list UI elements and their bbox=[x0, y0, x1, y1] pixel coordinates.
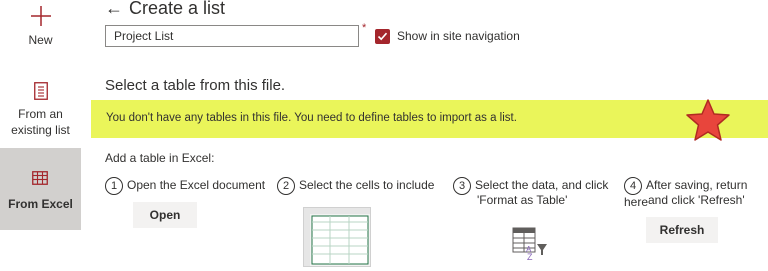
excel-table-icon bbox=[32, 171, 48, 185]
step-number: 2 bbox=[277, 177, 295, 195]
step-2: 2 Select the cells to include bbox=[277, 177, 434, 195]
svg-text:A: A bbox=[526, 245, 532, 254]
sidebar-item-label: existing list bbox=[11, 123, 70, 137]
step-3: 3 Select the data, and click 'Format as T… bbox=[453, 177, 609, 207]
sidebar-item-label: From an bbox=[18, 107, 63, 121]
step-1: 1 Open the Excel document bbox=[105, 177, 265, 195]
excel-cells-illustration bbox=[303, 207, 371, 267]
star-icon bbox=[686, 99, 730, 141]
plus-icon bbox=[31, 6, 51, 26]
step-number: 1 bbox=[105, 177, 123, 195]
list-name-input[interactable]: Project List bbox=[105, 25, 359, 47]
banner-text: You don't have any tables in this file. … bbox=[106, 112, 517, 124]
step-4: 4 After saving, return here and click 'Re… bbox=[624, 177, 768, 209]
step-text: Select the cells to include bbox=[299, 178, 435, 193]
checkmark-icon bbox=[377, 32, 388, 41]
spreadsheet-icon bbox=[304, 208, 370, 266]
step-text-line2: and click 'Refresh' bbox=[648, 193, 745, 207]
step-text: Open the Excel document bbox=[127, 178, 266, 193]
main-panel: ← Create a list Project List * Show in si… bbox=[81, 0, 768, 270]
step-text: Select the data, and click bbox=[475, 178, 609, 193]
sidebar: New From an existing list From Excel bbox=[0, 0, 81, 270]
sidebar-item-existing-list[interactable]: From an existing list bbox=[0, 74, 81, 146]
refresh-button[interactable]: Refresh bbox=[646, 217, 718, 243]
required-marker: * bbox=[362, 22, 367, 34]
sidebar-item-label: From Excel bbox=[8, 197, 73, 211]
section-title: Select a table from this file. bbox=[105, 77, 286, 94]
step-number: 4 bbox=[624, 177, 642, 195]
page-title-text: Create a list bbox=[129, 0, 226, 18]
open-button[interactable]: Open bbox=[133, 202, 197, 228]
list-doc-icon bbox=[34, 82, 48, 100]
add-table-heading: Add a table in Excel: bbox=[105, 151, 215, 165]
warning-banner: You don't have any tables in this file. … bbox=[91, 100, 768, 138]
sidebar-item-new[interactable]: New bbox=[0, 0, 81, 70]
show-in-nav-label: Show in site navigation bbox=[397, 29, 520, 43]
sidebar-item-from-excel[interactable]: From Excel bbox=[0, 148, 81, 230]
back-arrow-icon[interactable]: ← bbox=[105, 0, 123, 18]
page-title: ← Create a list bbox=[105, 0, 225, 19]
show-in-nav-checkbox[interactable] bbox=[375, 29, 390, 44]
step-text-line2: 'Format as Table' bbox=[477, 193, 568, 207]
sidebar-item-label: New bbox=[28, 33, 53, 47]
step-number: 3 bbox=[453, 177, 471, 195]
format-as-table-icon: Z A bbox=[512, 227, 547, 262]
